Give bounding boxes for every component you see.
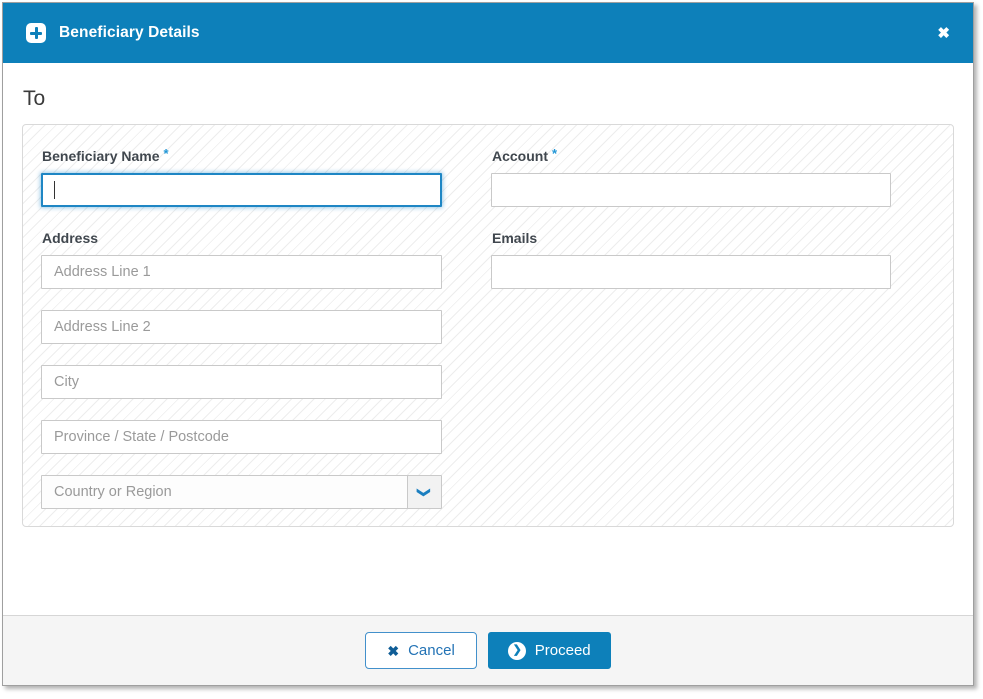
- section-heading-to: To: [23, 87, 46, 110]
- modal-footer: ✖ Cancel ❯ Proceed: [3, 615, 973, 685]
- text-caret: [54, 181, 55, 199]
- proceed-button[interactable]: ❯ Proceed: [487, 632, 611, 669]
- plus-icon-bar: [30, 31, 42, 35]
- form-column-right: Account * Emails: [491, 146, 891, 509]
- plus-square-icon: [26, 23, 46, 43]
- cancel-x-icon: ✖: [387, 642, 400, 659]
- beneficiary-details-modal: Beneficiary Details ✖ To Beneficiary Nam…: [2, 2, 974, 686]
- emails-label: Emails: [492, 230, 538, 246]
- account-field: Account *: [491, 146, 891, 207]
- cancel-button[interactable]: ✖ Cancel: [365, 632, 477, 669]
- beneficiary-name-label: Beneficiary Name *: [42, 146, 441, 164]
- beneficiary-name-input-wrap: [41, 173, 442, 207]
- modal-header: Beneficiary Details ✖: [3, 3, 973, 63]
- address-field-group: Address Country or Region: [41, 230, 442, 509]
- account-label: Account *: [492, 146, 890, 164]
- cancel-button-label: Cancel: [408, 642, 455, 659]
- form-column-left: Beneficiary Name * Address Address Line …: [41, 146, 442, 509]
- form-panel: Beneficiary Name * Address Address Line …: [22, 124, 954, 527]
- chevron-down-icon: ❯: [417, 486, 432, 498]
- address-line1-input[interactable]: [41, 255, 442, 289]
- emails-input[interactable]: [491, 255, 891, 289]
- country-or-region-select-value: Country or Region: [54, 484, 172, 500]
- modal-title: Beneficiary Details: [59, 24, 200, 41]
- account-label-text: Account: [492, 148, 548, 164]
- modal-body: To Beneficiary Name * Address Address Li…: [3, 63, 973, 615]
- required-asterisk: *: [552, 146, 558, 161]
- proceed-chevron-glyph: ❯: [512, 644, 522, 656]
- proceed-button-label: Proceed: [534, 642, 591, 659]
- country-select-arrow-segment[interactable]: ❯: [407, 476, 441, 508]
- required-asterisk: *: [163, 146, 169, 161]
- beneficiary-name-label-text: Beneficiary Name: [42, 148, 160, 164]
- close-icon[interactable]: ✖: [937, 26, 950, 41]
- city-input[interactable]: [41, 365, 442, 399]
- account-input[interactable]: [491, 173, 891, 207]
- emails-field: Emails: [491, 230, 891, 289]
- beneficiary-name-input[interactable]: [41, 173, 442, 207]
- address-label: Address: [42, 230, 99, 246]
- beneficiary-name-field: Beneficiary Name *: [41, 146, 442, 207]
- country-or-region-select[interactable]: Country or Region ❯: [41, 475, 442, 509]
- address-line2-input[interactable]: [41, 310, 442, 344]
- province-state-postcode-input[interactable]: [41, 420, 442, 454]
- proceed-arrow-icon: ❯: [507, 641, 526, 660]
